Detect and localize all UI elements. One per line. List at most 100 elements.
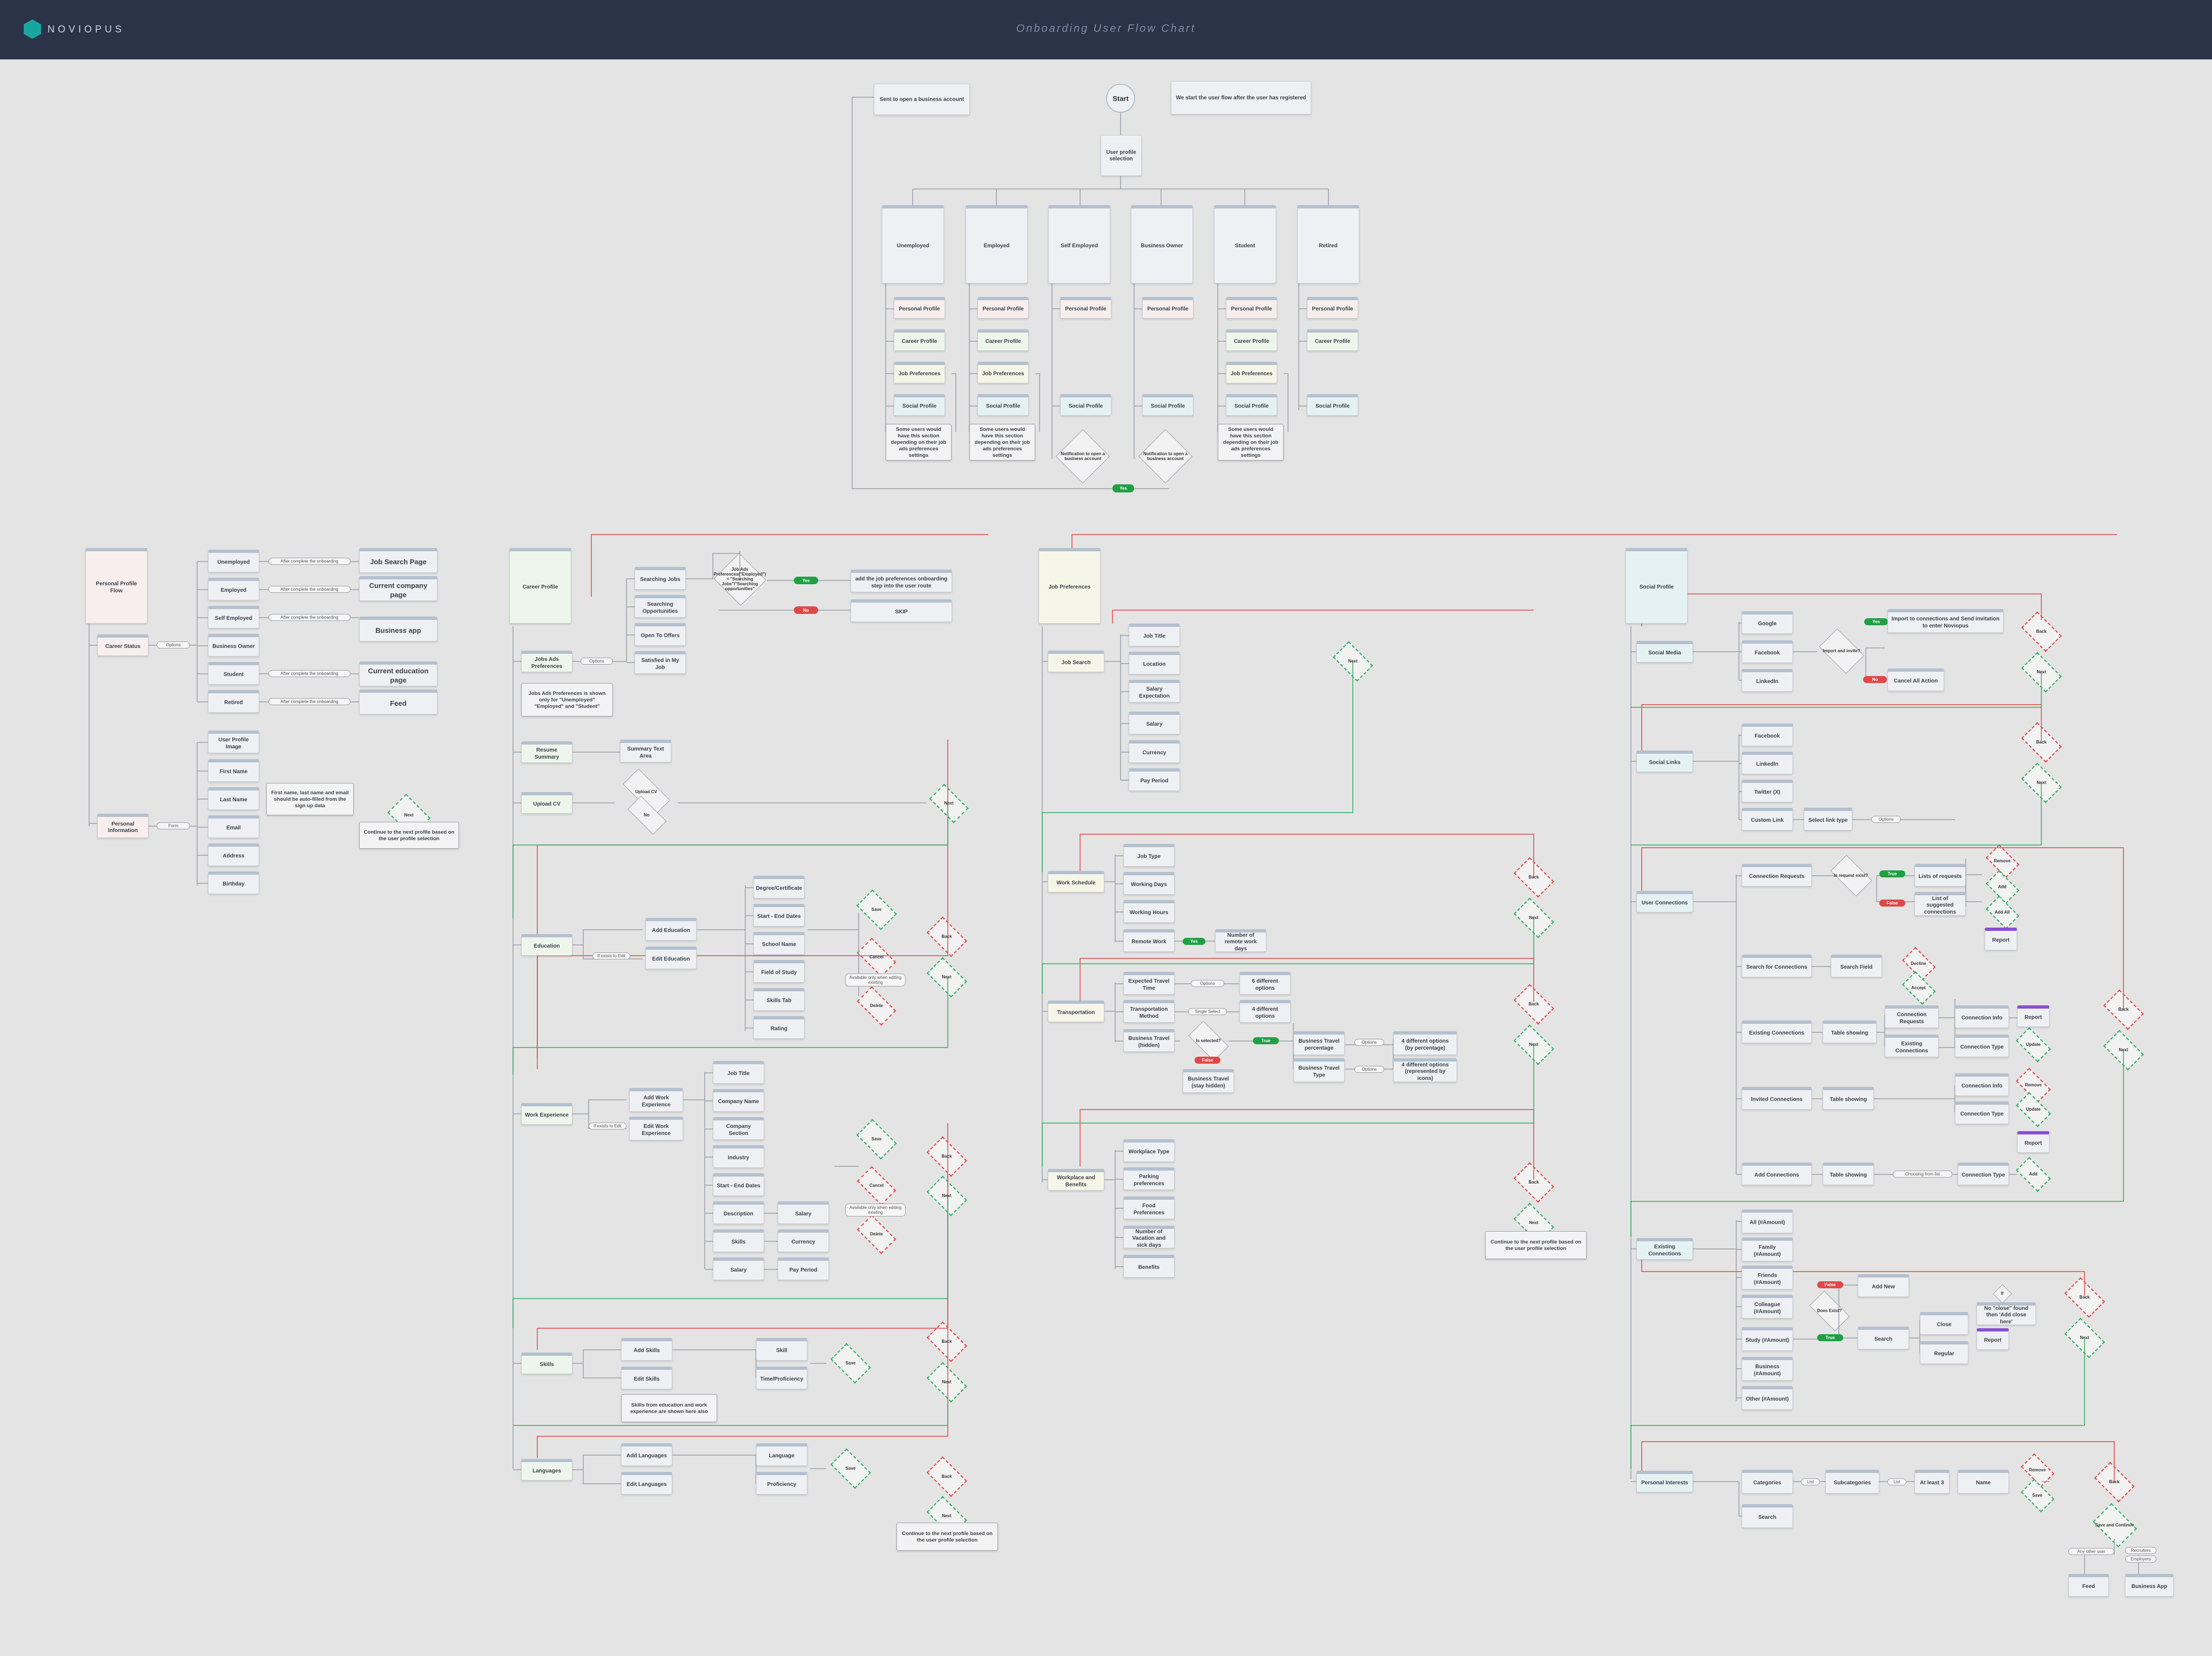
- table-showing: Table showing: [1823, 1087, 1874, 1110]
- feed-end: Feed: [2068, 1574, 2109, 1597]
- add-languages: Add Languages: [621, 1443, 672, 1466]
- report-button: Report: [1977, 1328, 2009, 1350]
- subcategories: Subcategories: [1825, 1470, 1879, 1493]
- regular-type: Regular: [1920, 1341, 1968, 1364]
- job-title: Job Title: [713, 1061, 764, 1084]
- sent-business-note: Sent to open a business account: [874, 84, 970, 115]
- no-pill: No: [1863, 676, 1887, 683]
- personal-profile-flow-header: Personal Profile Flow: [85, 548, 147, 624]
- remove-decision: Remove: [2012, 1072, 2055, 1099]
- employed-job-preferences: Job Preferences: [977, 362, 1029, 383]
- vacation-sick-days: Number of Vacation and sick days: [1123, 1226, 1175, 1248]
- first-name-field: First Name: [208, 759, 259, 782]
- user-profile-image-field: User Profile Image: [208, 731, 259, 753]
- list-label: List: [1887, 1478, 1906, 1485]
- facebook: Facebook: [1742, 640, 1793, 663]
- skills-note: Skills from education and work experienc…: [621, 1394, 717, 1422]
- is-selected-decision: Is selected?: [1183, 1026, 1234, 1056]
- address-field: Address: [208, 843, 259, 866]
- back-decision: Back: [922, 1326, 971, 1358]
- business-travel-type: Business Travel Type: [1293, 1058, 1345, 1082]
- name-interest: Name: [1958, 1470, 2009, 1493]
- degree-certificate: Degree/Certificate: [753, 876, 805, 898]
- student-personal-profile: Personal Profile: [1226, 297, 1277, 319]
- existing-connections-2: Existing Connections: [1885, 1035, 1939, 1057]
- location: Location: [1129, 652, 1180, 674]
- false-pill: False: [1879, 900, 1905, 907]
- available-editing-label: Available only when editing existing: [845, 1204, 906, 1216]
- salary-pref: Salary: [1129, 712, 1180, 734]
- work-experience: Work Experience: [521, 1103, 572, 1125]
- after-onboarding-label: After complete the onboarding: [268, 698, 350, 705]
- back-decision: Back: [1509, 988, 1558, 1020]
- decline-decision: Decline: [1898, 950, 1939, 977]
- search-interests: Search: [1742, 1504, 1793, 1528]
- update-decision: Update: [2012, 1096, 2055, 1123]
- career-business-owner: Business Owner: [208, 634, 259, 657]
- career-retired: Retired: [208, 690, 259, 713]
- skill: Skill: [756, 1338, 807, 1361]
- continue-note: Continue to the next profile based on th…: [359, 822, 459, 849]
- job-search: Job Search: [1048, 651, 1104, 672]
- career-student: Student: [208, 662, 259, 685]
- save-decision: Save: [852, 894, 901, 926]
- transportation-method: Transportation Method: [1123, 1000, 1175, 1023]
- current-education-page: Current education page: [359, 661, 437, 686]
- at-least-3: At least 3: [1914, 1470, 1950, 1493]
- birthday-field: Birthday: [208, 871, 259, 894]
- existing-connections: Existing Connections: [1742, 1020, 1812, 1043]
- education: Education: [521, 934, 572, 956]
- school-name: School Name: [753, 932, 805, 955]
- unemployed-column: Unemployed: [882, 205, 944, 283]
- continue-note: Continue to the next profile based on th…: [896, 1523, 998, 1551]
- report-button: Report: [1985, 928, 2017, 950]
- salary: Salary: [713, 1258, 764, 1280]
- industry: Industry: [713, 1145, 764, 1168]
- working-days: Working Days: [1123, 872, 1175, 895]
- back-decision: Back: [922, 1140, 971, 1173]
- connection-info: Connection Info: [1955, 1005, 2009, 1028]
- close-type: Close: [1920, 1312, 1968, 1335]
- linkedin-link: LinkedIn: [1742, 752, 1793, 774]
- four-different-options: 4 different options: [1239, 1000, 1291, 1023]
- student-job-preferences: Job Preferences: [1226, 362, 1277, 383]
- back-decision: Back: [2090, 1466, 2139, 1498]
- search-for-connections: Search for Connections: [1742, 955, 1812, 977]
- start-end-dates: Start - End Dates: [753, 904, 805, 927]
- custom-link: Custom Link: [1742, 808, 1793, 830]
- salary-sub: Salary: [778, 1201, 829, 1224]
- invited-connections: Invited Connections: [1742, 1087, 1812, 1110]
- benefits: Benefits: [1123, 1255, 1175, 1278]
- rating: Rating: [753, 1016, 805, 1039]
- save-decision: Save: [852, 1123, 901, 1155]
- family-amount: Family (#Amount): [1742, 1238, 1793, 1261]
- false-pill: False: [1195, 1057, 1220, 1064]
- company-section: Company Section: [713, 1117, 764, 1140]
- linkedin: LinkedIn: [1742, 669, 1793, 692]
- connection-type: Connection Type: [1955, 1035, 2009, 1057]
- select-link-type: Select link type: [1804, 808, 1852, 830]
- options-label: Options: [1191, 980, 1224, 987]
- job-preferences-header: Job Preferences: [1038, 548, 1101, 624]
- next-decision: Next: [922, 961, 971, 993]
- unemployed-section-note: Some users would have this section depen…: [886, 424, 952, 461]
- search-field: Search Field: [1831, 955, 1882, 977]
- start-end-dates: Start - End Dates: [713, 1173, 764, 1196]
- workplace-type: Workplace Type: [1123, 1139, 1175, 1162]
- search-connections: Search: [1858, 1327, 1909, 1349]
- add-all-decision: Add All: [1982, 899, 2022, 926]
- add-work-experience: Add Work Experience: [629, 1088, 683, 1112]
- save-continue-decision: Save and Continue: [2089, 1506, 2140, 1544]
- time-proficiency: Time/Proficiency: [756, 1367, 807, 1389]
- add-decision: Add: [1982, 874, 2022, 901]
- next-decision: Next: [922, 1366, 971, 1398]
- next-decision: Next: [2099, 1034, 2148, 1066]
- currency-pref: Currency: [1129, 740, 1180, 763]
- transportation: Transportation: [1048, 1001, 1104, 1022]
- true-pill: True: [1817, 1334, 1843, 1341]
- list-label: List: [1801, 1478, 1820, 1485]
- last-name-field: Last Name: [208, 787, 259, 810]
- back-decision: Back: [2017, 726, 2066, 759]
- personal-information: Personal Information: [97, 814, 149, 838]
- true-pill: True: [1253, 1037, 1279, 1044]
